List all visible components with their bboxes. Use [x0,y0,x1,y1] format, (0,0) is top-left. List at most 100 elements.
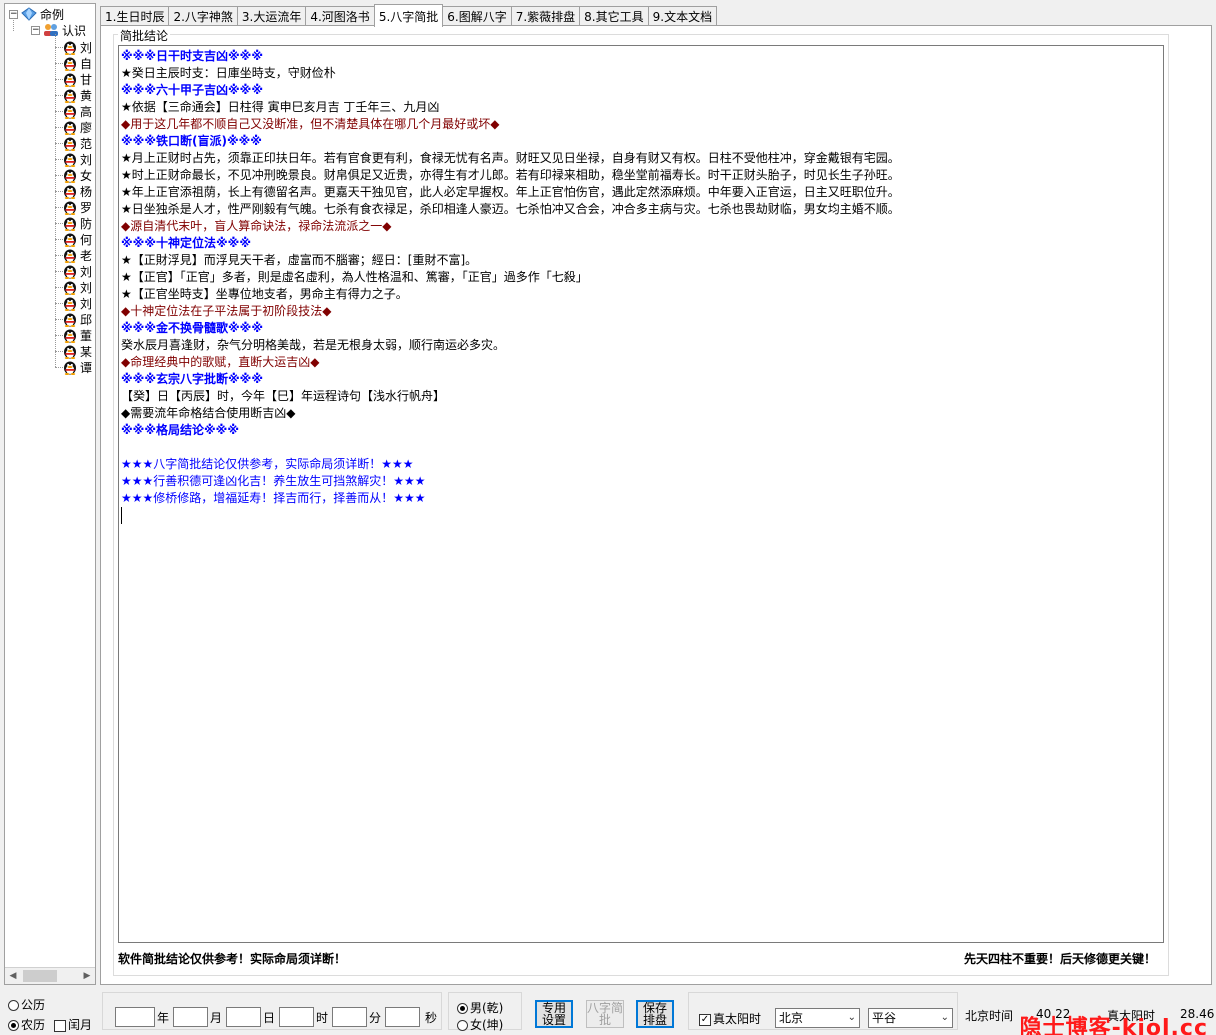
text-line: ★日坐独杀是人才，性严刚毅有气魄。七杀有食衣禄足，杀印相逢人豪迈。七杀怕冲又合会… [121,202,900,216]
district-select[interactable]: 平谷 ⌄ [868,1008,953,1028]
penguin-icon [63,136,77,151]
tree-item[interactable]: 邱 [63,311,92,327]
year-input[interactable] [115,1007,155,1027]
tree-item[interactable]: 刘 [63,279,92,295]
tree-group[interactable]: − 认识 [31,22,86,38]
section-heading: ※※※十神定位法※※※ [121,236,251,250]
tab-8[interactable]: 8.其它工具 [579,6,649,26]
tree-item[interactable]: 防 [63,215,92,231]
penguin-icon [63,344,77,359]
tree-item-label: 何 [80,232,93,247]
second-label: 秒 [425,1011,438,1025]
tree-item[interactable]: 刘 [63,263,92,279]
month-input[interactable] [173,1007,208,1027]
users-icon [44,24,58,36]
tree-item-label: 刘 [80,152,93,167]
penguin-icon [63,152,77,167]
lunar-radio[interactable]: 农历 [8,1016,45,1033]
female-radio[interactable]: 女(坤) [457,1016,503,1033]
solar-radio-circle[interactable] [8,1000,19,1011]
penguin-icon [63,184,77,199]
male-radio-circle[interactable] [457,1003,468,1014]
leap-check-box[interactable] [54,1019,66,1032]
tree-item[interactable]: 杨 [63,183,92,199]
tree-item[interactable]: 董 [63,327,92,343]
tab-1[interactable]: 1.生日时辰 [100,6,170,26]
day-input[interactable] [226,1007,261,1027]
lunar-radio-circle[interactable] [8,1020,19,1031]
scroll-thumb[interactable] [23,970,57,982]
collapse-icon[interactable]: − [31,25,40,35]
bazi-brief-button[interactable]: 八字简批 [586,1000,624,1028]
city-select[interactable]: 北京 ⌄ [775,1008,860,1028]
text-line: ★★★修桥修路，增福延寿！择吉而行，择善而从！★★★ [121,491,426,505]
case-tree[interactable]: − 命例 − 认识 刘自甘黄高廖范刘女杨罗防何老刘刘刘邱董某谭 ◀ ▶ [4,3,96,985]
tree-horizontal-scrollbar[interactable]: ◀ ▶ [5,967,95,984]
district-value: 平谷 [872,1011,897,1025]
section-heading: ※※※金不换骨髓歌※※※ [121,321,263,335]
tree-item[interactable]: 谭 [63,359,92,375]
tab-5[interactable]: 5.八字简批 [373,4,444,27]
save-chart-button[interactable]: 保存排盘 [636,1000,674,1028]
solar-radio[interactable]: 公历 [8,996,45,1013]
leap-month-checkbox[interactable]: 闰月 [54,1016,92,1033]
female-label: 女(坤) [470,1018,504,1032]
minute-label: 分 [369,1011,382,1025]
tree-item[interactable]: 高 [63,103,92,119]
second-input[interactable] [385,1007,420,1027]
tree-item-label: 董 [80,328,93,343]
tree-item[interactable]: 刘 [63,295,92,311]
hour-input[interactable] [279,1007,314,1027]
conclusion-textarea[interactable]: ※※※日干时支吉凶※※※ ★癸日主辰时支：日庫坐時支，守财俭朴 ※※※六十甲子吉凶※… [118,45,1164,943]
tree-group-label: 认识 [62,23,87,38]
female-radio-circle[interactable] [457,1020,468,1031]
true-solar-check-box[interactable]: ✓ [699,1013,711,1026]
scroll-right-icon[interactable]: ▶ [79,971,95,981]
tab-9[interactable]: 9.文本文档 [647,6,718,26]
tree-root[interactable]: − 命例 [9,6,64,22]
minute-input[interactable] [332,1007,367,1027]
diamond-icon [21,7,37,21]
tree-item-label: 刘 [80,296,93,311]
tree-item-label: 邱 [80,312,93,327]
tree-item[interactable]: 某 [63,343,92,359]
tree-item[interactable]: 刘 [63,39,92,55]
tab-2[interactable]: 2.八字神煞 [168,6,238,26]
tab-3[interactable]: 3.大运流年 [236,6,307,26]
tab-7[interactable]: 7.紫薇排盘 [510,6,581,26]
scroll-left-icon[interactable]: ◀ [5,971,21,981]
tree-item-label: 甘 [80,72,93,87]
penguin-icon [63,296,77,311]
tree-item[interactable]: 女 [63,167,92,183]
tree-item[interactable]: 黄 [63,87,92,103]
city-value: 北京 [779,1011,804,1025]
tab-4[interactable]: 4.河图洛书 [305,6,375,26]
text-line: ★时上正财命最长，不见冲刑晚景良。财帛俱足又近贵，亦得生有才儿郎。若有印禄来相助… [121,168,900,182]
tree-item-label: 防 [80,216,93,231]
tree-item[interactable]: 何 [63,231,92,247]
tree-item-label: 罗 [80,200,93,215]
penguin-icon [63,248,77,263]
penguin-icon [63,216,77,231]
tree-item[interactable]: 廖 [63,119,92,135]
true-solar-checkbox[interactable]: ✓ 真太阳时 [699,1010,761,1027]
tab-6[interactable]: 6.图解八字 [442,6,512,26]
day-label: 日 [263,1011,276,1025]
leap-label: 闰月 [68,1018,93,1032]
tree-item[interactable]: 甘 [63,71,92,87]
penguin-icon [63,200,77,215]
tree-item-label: 范 [80,136,93,151]
text-line: 癸水辰月喜逢财，杂气分明格美哉，若是无根身太弱，顺行南运必多灾。 [121,338,506,352]
tree-root-label: 命例 [40,7,65,22]
dedicated-settings-button[interactable]: 专用设置 [535,1000,573,1028]
penguin-icon [63,232,77,247]
tree-item[interactable]: 罗 [63,199,92,215]
tree-item[interactable]: 老 [63,247,92,263]
section-heading: ※※※格局结论※※※ [121,423,239,437]
penguin-icon [63,56,77,71]
tree-item[interactable]: 刘 [63,151,92,167]
tree-item[interactable]: 范 [63,135,92,151]
male-radio[interactable]: 男(乾) [457,999,503,1016]
text-line: ★【正官坐時支】坐專位地支者，男命主有得力之子。 [121,287,408,301]
tree-item[interactable]: 自 [63,55,92,71]
